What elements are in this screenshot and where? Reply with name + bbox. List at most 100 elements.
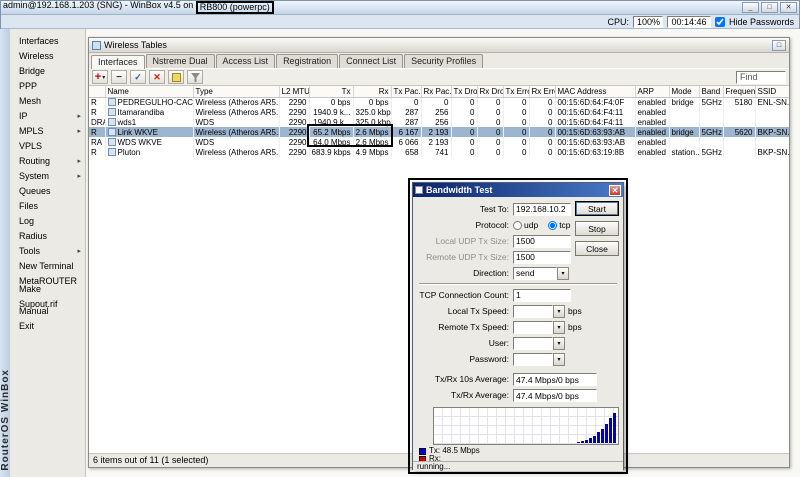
enable-button[interactable]: ✓ (130, 70, 146, 84)
column-header-rx-errors[interactable]: Rx Errors (529, 86, 555, 97)
sidebar-item-files[interactable]: Files (10, 199, 85, 214)
tcp-count-input[interactable] (513, 289, 571, 302)
remote-tx-speed-dropdown-icon[interactable]: ▾ (553, 321, 565, 334)
sidebar-item-tools[interactable]: Tools▸ (10, 244, 85, 259)
table-row[interactable]: RAWDS WKVEWDS229064.0 Mbps2.6 Mbps6 0662… (89, 137, 789, 147)
column-header-flags[interactable] (89, 86, 105, 97)
remote-tx-speed-input[interactable] (513, 321, 553, 334)
tab-registration[interactable]: Registration (276, 54, 338, 68)
column-header-ssid[interactable]: SSID (755, 86, 789, 97)
password-dropdown-icon[interactable]: ▾ (553, 353, 565, 366)
field-row-avg-total: Tx/Rx Average: 47.4 Mbps/0 bps (413, 387, 623, 403)
tab-security-profiles[interactable]: Security Profiles (404, 54, 483, 68)
protocol-tcp-radio[interactable] (548, 221, 557, 230)
add-button[interactable]: +▾ (92, 70, 108, 84)
field-row-direction: Direction: ▾ (413, 265, 623, 281)
sidebar-item-routing[interactable]: Routing▸ (10, 154, 85, 169)
table-row[interactable]: RItamarandibaWireless (Atheros AR5...229… (89, 107, 789, 117)
tab-access-list[interactable]: Access List (216, 54, 276, 68)
maximize-button[interactable]: □ (761, 2, 778, 13)
start-button[interactable]: Start (575, 201, 619, 216)
sidebar: InterfacesWirelessBridgePPPMeshIP▸MPLS▸V… (10, 29, 86, 477)
sidebar-item-system[interactable]: System▸ (10, 169, 85, 184)
user-dropdown-icon[interactable]: ▾ (553, 337, 565, 350)
column-header-tx-pac[interactable]: Tx Pac... (391, 86, 421, 97)
table-row[interactable]: RPEDREGULHO-CACA...Wireless (Atheros AR5… (89, 97, 789, 107)
column-header-rx-drops[interactable]: Rx Drops (477, 86, 503, 97)
direction-label: Direction: (417, 268, 513, 278)
remove-button[interactable]: − (111, 70, 127, 84)
column-header-mode[interactable]: Mode (669, 86, 699, 97)
window-title-highlight: RB800 (powerpc) (200, 2, 270, 12)
tab-nstreme-dual[interactable]: Nstreme Dual (146, 54, 215, 68)
minimize-button[interactable]: _ (742, 2, 759, 13)
sidebar-item-queues[interactable]: Queues (10, 184, 85, 199)
disable-button[interactable]: ✕ (149, 70, 165, 84)
user-input[interactable] (513, 337, 553, 350)
password-input[interactable] (513, 353, 553, 366)
tab-interfaces[interactable]: Interfaces (91, 55, 145, 69)
column-header-rx[interactable]: Rx (353, 86, 391, 97)
direction-input[interactable] (513, 267, 557, 280)
find-button[interactable]: Find (736, 71, 786, 84)
column-header-frequen[interactable]: Frequen... (723, 86, 755, 97)
protocol-udp-option[interactable]: udp (513, 220, 538, 230)
filter-button[interactable] (187, 70, 203, 84)
column-header-mac-address[interactable]: MAC Address (555, 86, 635, 97)
protocol-udp-radio[interactable] (513, 221, 522, 230)
table-cell (699, 107, 723, 117)
column-header-l2-mtu[interactable]: L2 MTU (279, 86, 309, 97)
local-tx-speed-input[interactable] (513, 305, 553, 318)
column-header-tx[interactable]: Tx (309, 86, 353, 97)
direction-dropdown-icon[interactable]: ▾ (557, 267, 569, 280)
column-header-tx-errors[interactable]: Tx Errors (503, 86, 529, 97)
column-header-name[interactable]: Name (105, 86, 193, 97)
column-header-band[interactable]: Band (699, 86, 723, 97)
tx-swatch-icon (419, 448, 426, 455)
table-row[interactable]: RPlutonWireless (Atheros AR5...2290683.9… (89, 147, 789, 157)
table-cell (699, 117, 723, 127)
table-cell: ENL-SN... (755, 97, 789, 107)
cpu-value: 100% (633, 16, 663, 28)
table-cell: 0 (451, 107, 477, 117)
column-header-tx-drops[interactable]: Tx Drops (451, 86, 477, 97)
table-cell: 0 (421, 97, 451, 107)
hide-passwords-checkbox[interactable] (715, 17, 725, 27)
sidebar-item-radius[interactable]: Radius (10, 229, 85, 244)
table-row[interactable]: RLink WKVEWireless (Atheros AR5...229065… (89, 127, 789, 137)
close-button[interactable]: ✕ (780, 2, 797, 13)
window-shade-button[interactable]: □ (772, 40, 786, 51)
sidebar-item-mpls[interactable]: MPLS▸ (10, 124, 85, 139)
table-cell: WDS (193, 117, 279, 127)
sidebar-item-exit[interactable]: Exit (10, 319, 85, 334)
sidebar-item-ppp[interactable]: PPP (10, 79, 85, 94)
sidebar-item-ip[interactable]: IP▸ (10, 109, 85, 124)
sidebar-item-mesh[interactable]: Mesh (10, 94, 85, 109)
interface-name: WDS WKVE (118, 138, 162, 147)
table-cell: enabled (635, 107, 669, 117)
protocol-tcp-option[interactable]: tcp (548, 220, 570, 230)
remote-udp-size-input[interactable] (513, 251, 571, 264)
column-header-rx-pac[interactable]: Rx Pac... (421, 86, 451, 97)
table-cell: bridge (669, 127, 699, 137)
close-button-dialog[interactable]: Close (575, 241, 619, 256)
column-header-arp[interactable]: ARP (635, 86, 669, 97)
sidebar-item-log[interactable]: Log (10, 214, 85, 229)
sidebar-item-new-terminal[interactable]: New Terminal (10, 259, 85, 274)
test-to-input[interactable] (513, 203, 571, 216)
annotation-box-title: RB800 (powerpc) (196, 1, 274, 14)
sidebar-item-bridge[interactable]: Bridge (10, 64, 85, 79)
sidebar-item-interfaces[interactable]: Interfaces (10, 34, 85, 49)
sidebar-item-make-supout-rif[interactable]: Make Supout.rif (10, 289, 85, 304)
stop-button[interactable]: Stop (575, 221, 619, 236)
column-header-type[interactable]: Type (193, 86, 279, 97)
sidebar-item-wireless[interactable]: Wireless (10, 49, 85, 64)
table-body: RPEDREGULHO-CACA...Wireless (Atheros AR5… (89, 97, 789, 157)
sidebar-item-vpls[interactable]: VPLS (10, 139, 85, 154)
local-tx-speed-dropdown-icon[interactable]: ▾ (553, 305, 565, 318)
table-row[interactable]: DRAwds1WDS22901940.9 k...325.0 kbps28725… (89, 117, 789, 127)
local-udp-size-input[interactable] (513, 235, 571, 248)
tab-connect-list[interactable]: Connect List (339, 54, 403, 68)
comment-button[interactable] (168, 70, 184, 84)
dialog-close-icon[interactable]: ✕ (609, 185, 621, 196)
